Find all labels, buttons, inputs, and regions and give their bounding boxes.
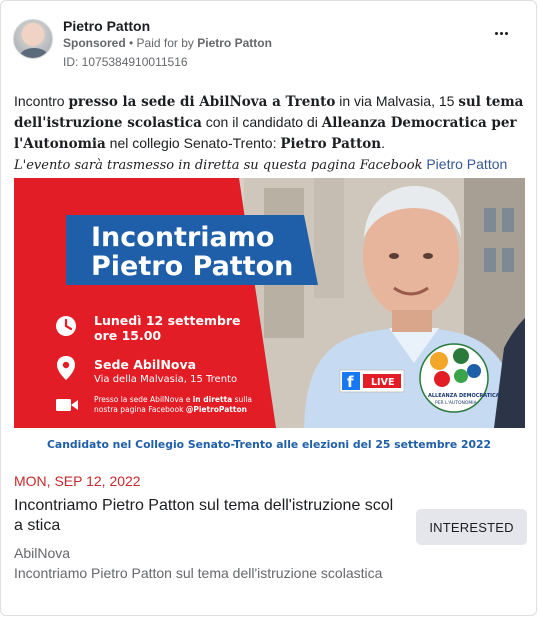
event-organizer: AbilNova [14,545,71,561]
page-name[interactable]: Pietro Patton [63,18,150,34]
interested-button[interactable]: INTERESTED [416,509,527,545]
event-title[interactable]: Incontriamo Pietro Patton sul tema dell'… [14,496,394,536]
logo-text-2: PER L'AUTONOMIA [435,400,478,406]
ad-creative-image[interactable]: Incontriamo Pietro Patton Lunedì 12 sett… [14,178,525,462]
creative-headline-1: Incontriamo [91,222,274,253]
creative-stream-line-2: nostra pagina Facebook @PietroPatton [94,405,247,414]
event-description: Incontriamo Pietro Patton sul tema dell'… [14,565,383,581]
body-text-5: . [381,135,386,151]
body-bold-1: presso la sede di AbilNova a Trento [68,94,336,110]
body-text-3: con il candidato di [201,114,322,130]
creative-footer-text: Candidato nel Collegio Senato-Trento all… [47,438,491,451]
page-avatar[interactable] [13,19,53,59]
body-text-4: nel collegio Senato-Trento: [105,135,281,151]
body-text-1: Incontro [14,93,69,109]
creative-stream-line-1: Presso la sede AbilNova e in diretta sul… [94,395,252,404]
svg-text:f: f [347,373,354,391]
body-bold-4: Pietro Patton [280,136,382,152]
creative-headline-2: Pietro Patton [91,251,293,282]
paid-for-by-name: Pietro Patton [197,36,272,50]
post-meta: Sponsored • Paid for by Pietro Patton [63,36,272,50]
body-text-2: in via Malvasia, 15 [335,93,459,109]
event-date: MON, SEP 12, 2022 [14,473,141,489]
meta-separator: • [125,36,137,50]
event-section: MON, SEP 12, 2022 Incontriamo Pietro Pat… [14,473,527,581]
body-italic: L'evento sarà trasmesso in diretta su qu… [14,158,423,173]
body-page-link[interactable]: Pietro Patton [422,156,507,172]
paid-for-prefix: Paid for by [136,36,198,50]
live-label: LIVE [371,377,394,388]
creative-date-2: ore 15.00 [94,328,161,343]
creative-venue-address: Via della Malvasia, 15 Trento [94,374,237,385]
clock-icon [56,316,76,336]
creative-date-1: Lunedì 12 settembre [94,313,241,328]
creative-venue-title: Sede AbilNova [94,357,196,372]
facebook-live-badge: f LIVE [339,369,405,393]
post-header: Pietro Patton Sponsored • Paid for by Pi… [13,15,524,71]
ad-id: ID: 1075384910011516 [63,55,188,69]
sponsored-label[interactable]: Sponsored [63,36,126,50]
logo-text-1: ALLEANZA DEMOCRATICA [428,393,500,399]
ad-card: Pietro Patton Sponsored • Paid for by Pi… [0,0,537,616]
more-horizontal-icon[interactable] [492,29,510,37]
post-body-text: Incontro presso la sede di AbilNova a Tr… [14,91,524,176]
